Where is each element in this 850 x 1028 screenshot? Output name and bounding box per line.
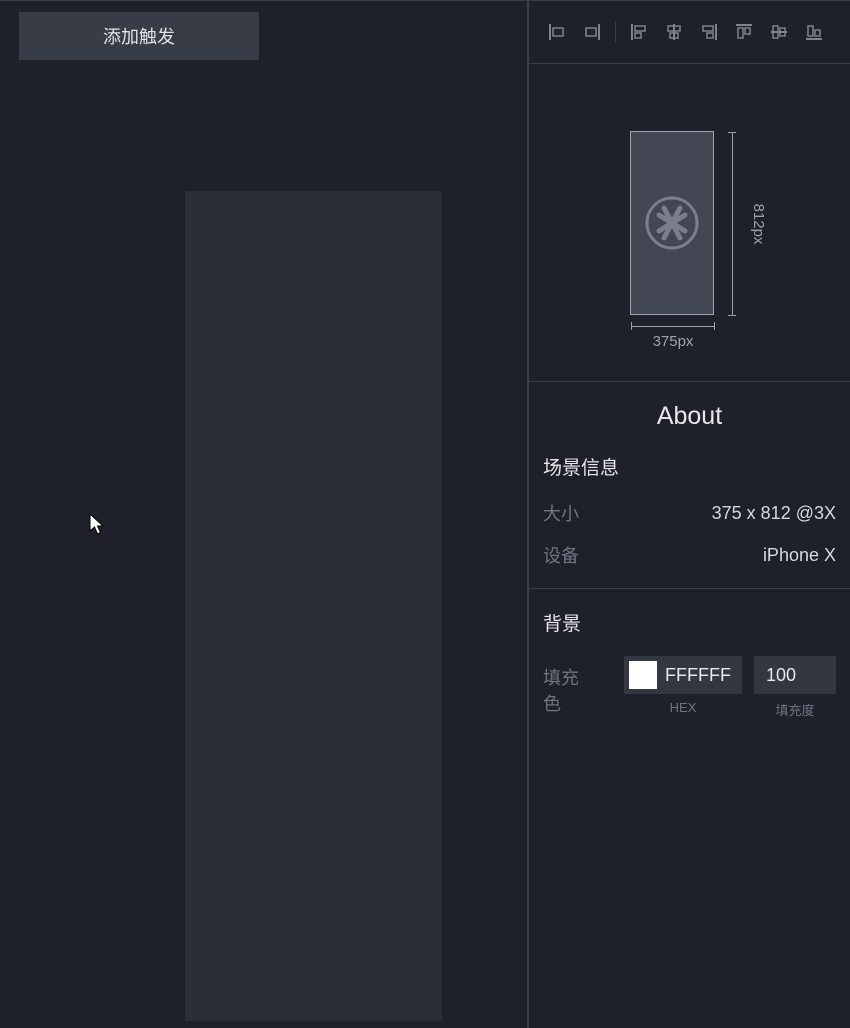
- add-trigger-tab[interactable]: 添加触发: [19, 12, 259, 60]
- size-value: 375 x 812 @3X: [712, 503, 836, 524]
- align-right2-icon[interactable]: [693, 16, 725, 48]
- hex-value[interactable]: FFFFFF: [665, 665, 737, 686]
- hex-input-box[interactable]: FFFFFF: [624, 656, 742, 694]
- inspector-panel: 812px 375px About 场景信息 大小 375 x 812 @3X …: [527, 0, 850, 1028]
- device-row: 设备 iPhone X: [543, 542, 836, 568]
- device-preview[interactable]: 812px 375px: [630, 131, 714, 315]
- fill-label: 填充色: [543, 656, 594, 716]
- align-right-icon[interactable]: [576, 16, 608, 48]
- align-toolbar: [529, 1, 850, 64]
- align-vcenter-icon[interactable]: [763, 16, 795, 48]
- color-swatch[interactable]: [629, 661, 657, 689]
- align-bottom-icon[interactable]: [798, 16, 830, 48]
- hex-group: FFFFFF HEX: [624, 656, 742, 715]
- hex-caption: HEX: [670, 700, 697, 715]
- tab-bar: 添加触发: [0, 1, 527, 60]
- align-left2-icon[interactable]: [623, 16, 655, 48]
- align-hcenter-icon[interactable]: [658, 16, 690, 48]
- toolbar-separator: [615, 21, 616, 43]
- placeholder-icon: [645, 196, 699, 250]
- size-row: 大小 375 x 812 @3X: [543, 500, 836, 526]
- about-section: About 场景信息 大小 375 x 812 @3X 设备 iPhone X: [529, 382, 850, 589]
- dimension-height: 812px: [732, 132, 733, 316]
- opacity-caption: 填充度: [775, 700, 814, 719]
- about-title: About: [543, 402, 836, 431]
- fill-row: 填充色 FFFFFF HEX 100 填充度: [543, 656, 836, 719]
- scene-info-header: 场景信息: [543, 453, 836, 480]
- fill-inputs: FFFFFF HEX 100 填充度: [624, 656, 836, 719]
- preview-section: 812px 375px: [529, 64, 850, 382]
- height-label: 812px: [750, 203, 767, 244]
- opacity-input[interactable]: 100: [754, 656, 836, 694]
- background-section: 背景 填充色 FFFFFF HEX 100 填充度: [529, 589, 850, 739]
- dimension-width: 375px: [631, 326, 715, 350]
- device-value: iPhone X: [763, 545, 836, 566]
- left-panel: 添加触发: [0, 0, 527, 1028]
- device-label: 设备: [543, 542, 579, 568]
- cursor-icon: [89, 513, 107, 537]
- canvas-artboard[interactable]: [185, 191, 442, 1021]
- size-label: 大小: [543, 500, 579, 526]
- align-left-icon[interactable]: [541, 16, 573, 48]
- background-header: 背景: [543, 609, 836, 636]
- align-top-icon[interactable]: [728, 16, 760, 48]
- opacity-group: 100 填充度: [754, 656, 836, 719]
- width-label: 375px: [653, 333, 694, 350]
